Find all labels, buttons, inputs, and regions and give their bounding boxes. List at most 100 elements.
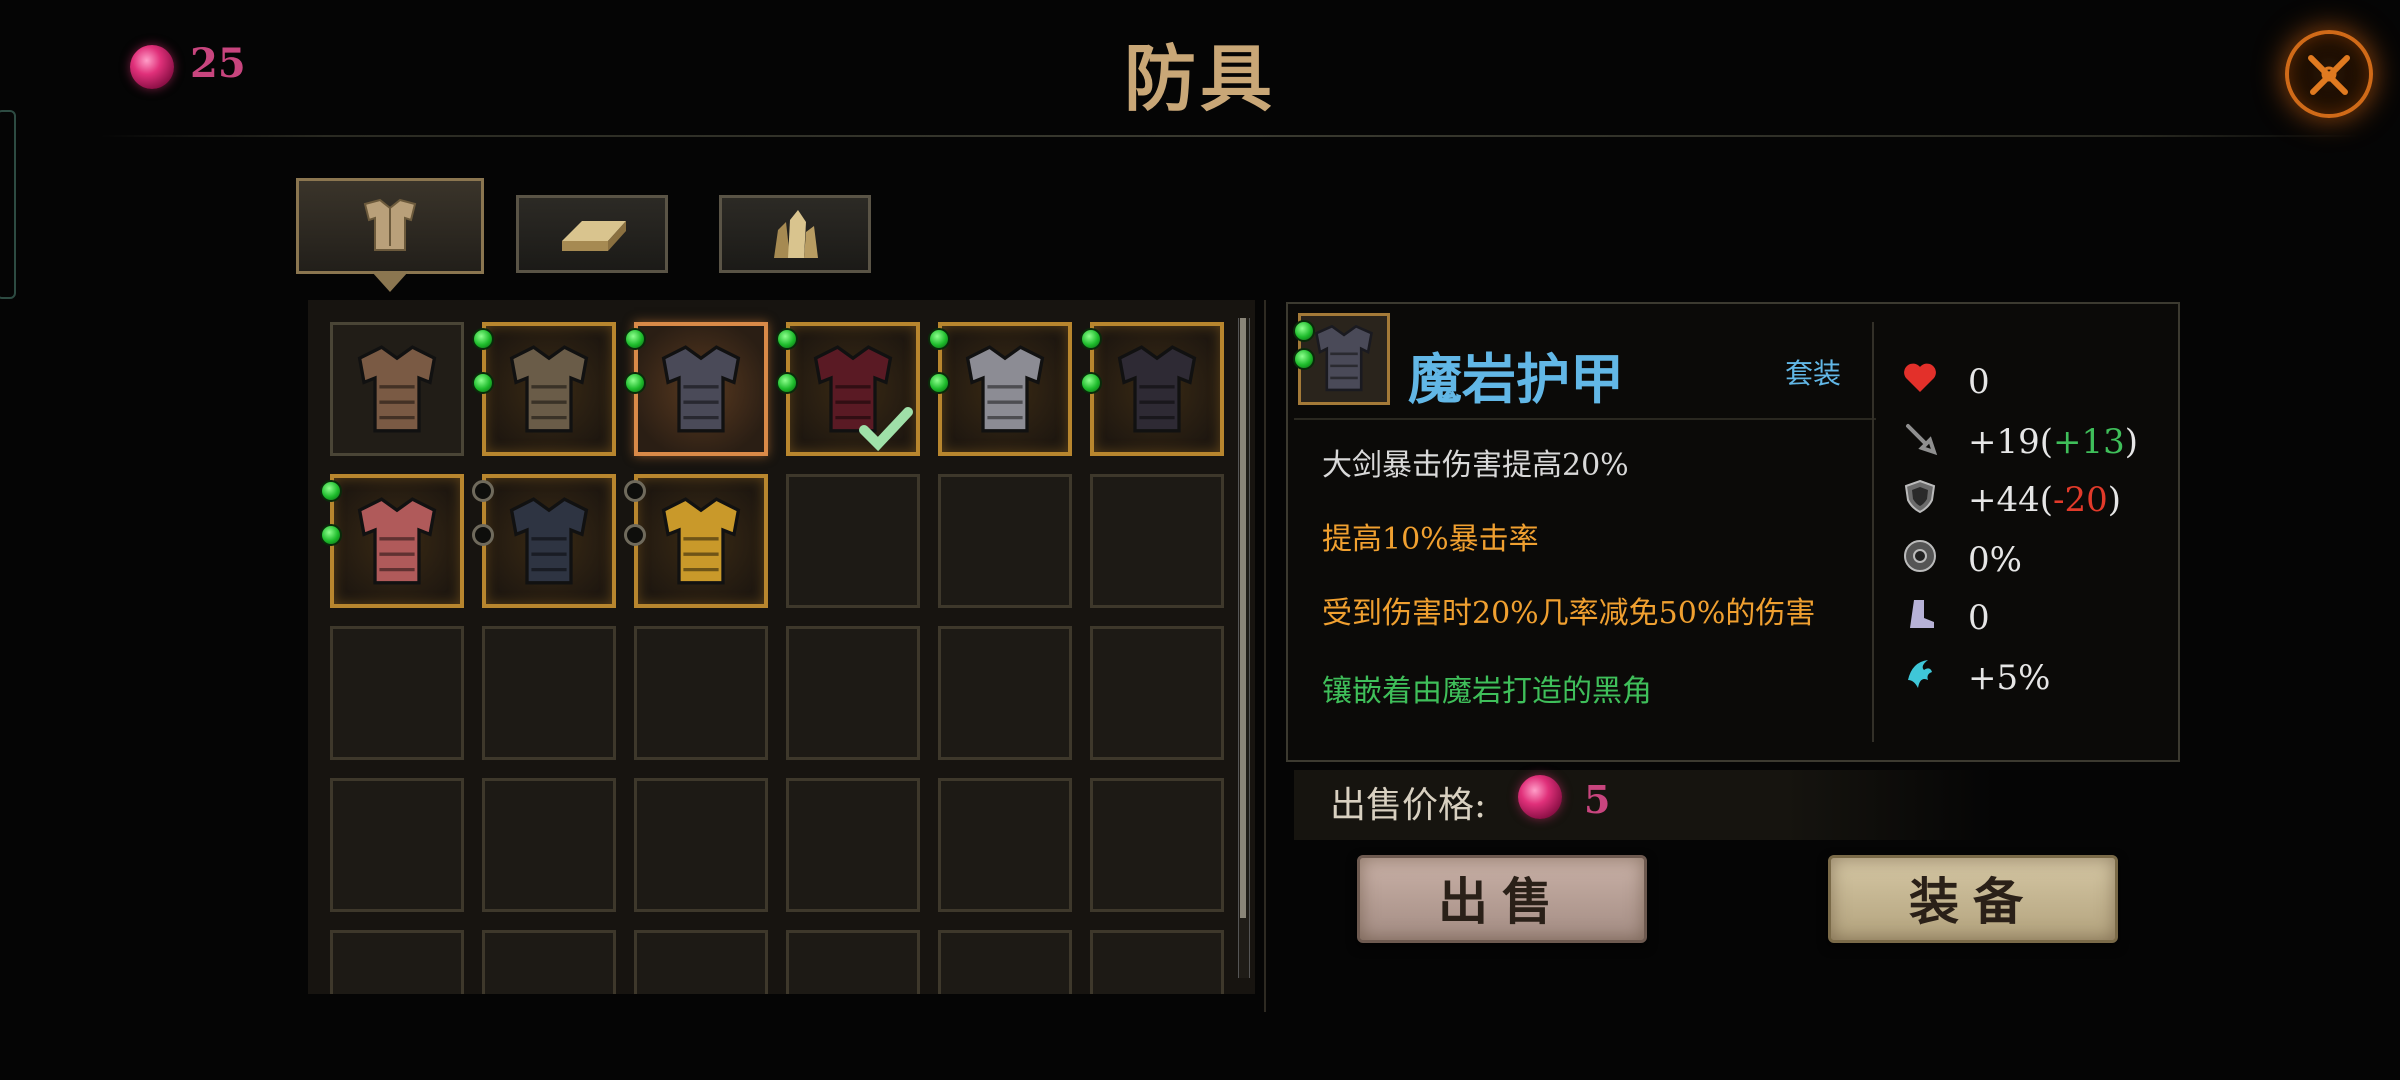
inventory-slot-empty[interactable] <box>786 930 920 994</box>
inventory-slot-empty[interactable] <box>1090 474 1224 608</box>
socket-gem-icon <box>928 328 950 350</box>
armor-icon <box>965 345 1045 433</box>
item-effect-text: 提高10%暴击率 <box>1322 522 1539 557</box>
sell-button[interactable]: 出售 <box>1357 855 1647 943</box>
socket-gem-icon <box>776 372 798 394</box>
armor-icon <box>661 345 741 433</box>
inventory-slot-empty[interactable] <box>1090 778 1224 912</box>
inventory-slot-item[interactable] <box>472 474 616 608</box>
heart-icon <box>1900 358 1940 398</box>
inventory-slot-item[interactable] <box>624 474 768 608</box>
crystal-icon <box>774 210 818 258</box>
socket-gem-icon <box>320 480 342 502</box>
sell-price-label: 出售价格: <box>1330 785 1487 826</box>
inventory-slot-empty[interactable] <box>634 778 768 912</box>
active-tab-pointer <box>372 272 408 292</box>
stat-delta-value: -20 <box>2053 480 2108 520</box>
inventory-slot-item[interactable] <box>624 322 768 456</box>
equipped-check-icon <box>859 407 913 452</box>
armor-icon <box>509 345 589 433</box>
stat-base-value: 0 <box>1968 362 1990 402</box>
inventory-slot-empty[interactable] <box>786 778 920 912</box>
socket-gem-icon <box>320 524 342 546</box>
item-name: 魔岩护甲 <box>1408 347 1624 411</box>
close-icon <box>2308 55 2350 95</box>
socket-gem-icon <box>624 328 646 350</box>
armor-icon <box>357 345 437 433</box>
stat-value: 0 <box>1968 362 1990 402</box>
inventory-slot-empty[interactable] <box>482 778 616 912</box>
inventory-slot-empty[interactable] <box>330 778 464 912</box>
detail-column-divider <box>1872 322 1874 742</box>
inventory-slot-empty[interactable] <box>482 626 616 760</box>
inventory-slot-empty[interactable] <box>482 930 616 994</box>
tab-material[interactable] <box>516 195 668 273</box>
socket-gem-icon <box>624 524 646 546</box>
shield-icon <box>1900 476 1940 516</box>
name-divider <box>1294 418 1876 420</box>
item-effect-text: 镶嵌着由魔岩打造的黑角 <box>1322 674 1652 709</box>
set-label[interactable]: 套装 <box>1785 352 1841 392</box>
socket-gem-icon <box>472 328 494 350</box>
panel-divider <box>1264 300 1266 1012</box>
socket-gem-icon <box>624 372 646 394</box>
header-divider <box>100 135 2360 137</box>
item-detail-icon <box>1293 313 1390 405</box>
tab-armor[interactable] <box>296 178 484 274</box>
inventory-slot-item[interactable] <box>1080 322 1224 456</box>
inventory-slot-item[interactable] <box>928 322 1072 456</box>
socket-gem-icon <box>776 328 798 350</box>
inventory-slot-empty[interactable] <box>634 930 768 994</box>
inventory-slot-item[interactable] <box>330 322 464 456</box>
armor-icon <box>1117 345 1197 433</box>
stat-base-value: 0 <box>1968 598 1990 638</box>
inventory-scroll-thumb[interactable] <box>1240 318 1246 918</box>
ingot-icon <box>562 221 626 251</box>
stat-value: 0 <box>1968 598 1990 638</box>
inventory-slot-empty[interactable] <box>938 778 1072 912</box>
inventory-slot-empty[interactable] <box>938 930 1072 994</box>
socket-gem-icon <box>472 480 494 502</box>
inventory-slot-empty[interactable] <box>330 930 464 994</box>
stat-base-value: 0% <box>1968 540 2022 580</box>
stat-value: +19(+13) <box>1968 422 2139 462</box>
tab-crystal[interactable] <box>719 195 871 273</box>
inventory-slot-empty[interactable] <box>1090 930 1224 994</box>
inventory-slot-empty[interactable] <box>786 474 920 608</box>
close-button[interactable] <box>2285 30 2373 118</box>
sword-icon <box>1900 418 1940 458</box>
stat-value: +5% <box>1968 658 2050 698</box>
inventory-slot-empty[interactable] <box>330 626 464 760</box>
stat-base-value: +44 <box>1968 480 2040 520</box>
boot-icon <box>1900 594 1940 634</box>
stat-base-value: +19 <box>1968 422 2040 462</box>
socket-gem-icon <box>472 372 494 394</box>
armor-icon <box>363 198 417 251</box>
sell-price-value: 5 <box>1584 777 1611 822</box>
inventory-slot-item[interactable] <box>320 474 464 608</box>
socket-gem-icon <box>1293 348 1315 370</box>
inventory-slot-item[interactable] <box>472 322 616 456</box>
inventory-slot-empty[interactable] <box>938 626 1072 760</box>
inventory-slot-empty[interactable] <box>1090 626 1224 760</box>
armor-icon <box>357 497 437 585</box>
inventory-slot-empty[interactable] <box>786 626 920 760</box>
side-drawer-handle[interactable] <box>0 110 16 299</box>
stat-base-value: +5% <box>1968 658 2051 698</box>
inventory-slot-empty[interactable] <box>938 474 1072 608</box>
stat-delta-value: +13 <box>2053 422 2125 462</box>
inventory-grid <box>308 300 1255 994</box>
price-gem-icon <box>1518 775 1562 819</box>
socket-gem-icon <box>1293 320 1315 342</box>
equip-button[interactable]: 装备 <box>1828 855 2118 943</box>
armor-icon <box>509 497 589 585</box>
socket-gem-icon <box>624 480 646 502</box>
item-effect-text: 受到伤害时20%几率减免50%的伤害 <box>1322 596 1816 631</box>
armor-icon <box>661 497 741 585</box>
lifesteal-icon <box>1900 654 1940 694</box>
socket-gem-icon <box>472 524 494 546</box>
inventory-slot-item[interactable] <box>776 322 920 456</box>
socket-gem-icon <box>928 372 950 394</box>
item-effect-text: 大剑暴击伤害提高20% <box>1322 448 1629 483</box>
inventory-slot-empty[interactable] <box>634 626 768 760</box>
